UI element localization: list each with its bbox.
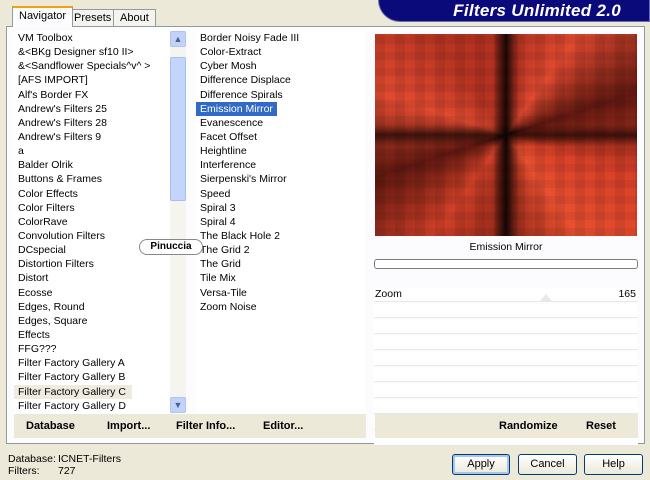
list-item[interactable]: Edges, Round — [14, 300, 170, 314]
tab-navigator[interactable]: Navigator — [12, 6, 74, 27]
list-item[interactable]: The Grid — [196, 257, 366, 271]
param-row-empty — [374, 384, 638, 398]
list-item[interactable]: Cyber Mosh — [196, 59, 366, 73]
filter-list[interactable]: Border Noisy Fade III Color-Extract Cyber … — [196, 31, 366, 414]
list-item[interactable]: a — [14, 144, 170, 158]
list-item[interactable]: Evanescence — [196, 116, 366, 130]
list-item[interactable]: VM Toolbox — [14, 31, 170, 45]
list-item[interactable]: Spiral 4 — [196, 215, 366, 229]
list-item[interactable]: Balder Olrik — [14, 158, 170, 172]
list-item[interactable]: Zoom Noise — [196, 300, 366, 314]
param-row-empty — [374, 304, 638, 318]
param-row-empty — [374, 320, 638, 334]
list-item[interactable]: Color Filters — [14, 201, 170, 215]
apply-button[interactable]: Apply — [452, 454, 510, 475]
list-item[interactable]: Border Noisy Fade III — [196, 31, 366, 45]
filter-info-button[interactable]: Filter Info... — [176, 420, 235, 432]
list-item[interactable]: &<BKg Designer sf10 II> — [14, 45, 170, 59]
status-info: Database: ICNET-Filters Filters: 727 — [8, 453, 121, 477]
cancel-button[interactable]: Cancel — [518, 454, 577, 475]
param-value: 165 — [618, 288, 636, 300]
category-list[interactable]: VM Toolbox &<BKg Designer sf10 II> &<Sandf… — [14, 31, 170, 414]
list-item[interactable]: Filter Factory Gallery A — [14, 356, 170, 370]
list-item[interactable]: Alf's Border FX — [14, 88, 170, 102]
param-row-empty — [374, 400, 638, 414]
filters-count: 727 — [58, 465, 76, 477]
help-button[interactable]: Help — [584, 454, 643, 475]
database-value: ICNET-Filters — [58, 453, 121, 465]
list-item[interactable]: Emission Mirror — [196, 101, 277, 116]
scroll-up-icon[interactable]: ▲ — [170, 31, 186, 47]
list-item[interactable]: Versa-Tile — [196, 286, 366, 300]
list-item[interactable]: Andrew's Filters 25 — [14, 102, 170, 116]
editor-button[interactable]: Editor... — [263, 420, 303, 432]
param-label: Zoom — [375, 288, 402, 300]
list-item[interactable]: FFG??? — [14, 342, 170, 356]
scroll-thumb[interactable] — [170, 57, 186, 201]
list-item[interactable]: Heightline — [196, 144, 366, 158]
param-row-empty — [374, 368, 638, 382]
param-row-empty — [374, 352, 638, 366]
list-item[interactable]: Edges, Square — [14, 314, 170, 328]
list-item[interactable]: ColorRave — [14, 215, 170, 229]
list-item[interactable]: Difference Spirals — [196, 88, 366, 102]
list-item[interactable]: Speed — [196, 187, 366, 201]
param-row-empty — [374, 336, 638, 350]
reset-button[interactable]: Reset — [586, 420, 616, 432]
app-title: Filters Unlimited 2.0 — [453, 1, 621, 20]
list-item[interactable]: The Grid 2 — [196, 243, 366, 257]
preview-label: Emission Mirror — [469, 241, 543, 253]
list-item[interactable]: Distortion Filters — [14, 257, 170, 271]
list-item[interactable]: Difference Displace — [196, 73, 366, 87]
title-banner: Filters Unlimited 2.0 — [378, 0, 650, 22]
slider-marker-icon[interactable] — [540, 294, 552, 301]
list-item[interactable]: Ecosse — [14, 286, 170, 300]
list-item[interactable]: Filter Factory Gallery B — [14, 370, 170, 384]
import-button[interactable]: Import... — [107, 420, 150, 432]
filters-label: Filters: — [8, 465, 40, 477]
list-item[interactable]: Color-Extract — [196, 45, 366, 59]
list-item[interactable]: Filter Factory Gallery C — [14, 384, 132, 399]
list-item[interactable]: [AFS IMPORT] — [14, 73, 170, 87]
database-button[interactable]: Database — [26, 420, 75, 432]
randomize-button[interactable]: Randomize — [499, 420, 558, 432]
list-item[interactable]: Interference — [196, 158, 366, 172]
database-label: Database: — [8, 453, 56, 465]
list-item[interactable]: &<Sandflower Specials^v^ > — [14, 59, 170, 73]
preview-image — [375, 34, 637, 236]
scroll-down-icon[interactable]: ▼ — [170, 397, 186, 413]
list-item[interactable]: Tile Mix — [196, 271, 366, 285]
left-button-bar: Database Import... Filter Info... Editor… — [14, 414, 366, 438]
list-item[interactable]: Effects — [14, 328, 170, 342]
list-item[interactable]: The Black Hole 2 — [196, 229, 366, 243]
category-scrollbar[interactable]: ▲ ▼ — [170, 31, 186, 413]
param-zoom-slider[interactable]: Zoom 165 — [374, 288, 638, 302]
list-item[interactable]: Filter Factory Gallery D — [14, 399, 170, 413]
list-item[interactable]: Andrew's Filters 28 — [14, 116, 170, 130]
watermark: Pinuccia — [139, 239, 203, 255]
right-button-bar: Randomize Reset — [375, 414, 638, 438]
list-item[interactable]: Spiral 3 — [196, 201, 366, 215]
tab-about[interactable]: About — [113, 9, 156, 27]
tab-presets[interactable]: Presets — [67, 9, 119, 27]
list-item[interactable]: Facet Offset — [196, 130, 366, 144]
list-item[interactable]: Sierpenski's Mirror — [196, 172, 366, 186]
list-item[interactable]: Color Effects — [14, 187, 170, 201]
list-item[interactable]: Buttons & Frames — [14, 172, 170, 186]
progress-bar — [374, 259, 638, 269]
list-item[interactable]: Distort — [14, 271, 170, 285]
list-item[interactable]: Andrew's Filters 9 — [14, 130, 170, 144]
